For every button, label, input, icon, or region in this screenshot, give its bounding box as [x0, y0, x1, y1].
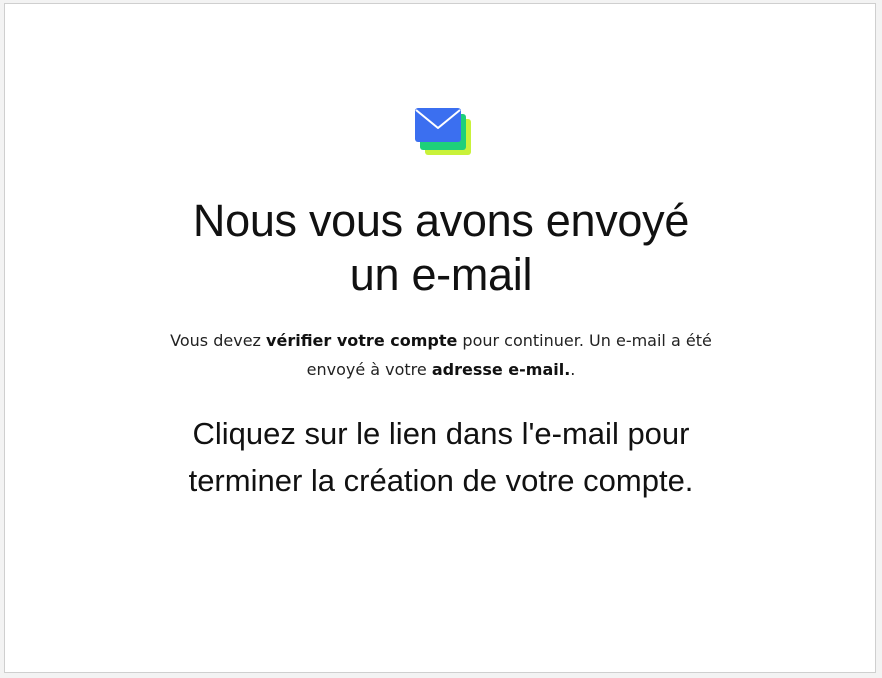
- message-text-1: Vous devez: [170, 331, 267, 350]
- verification-message: Vous devez vérifier votre compte pour co…: [165, 326, 717, 384]
- message-bold-verify-account: vérifier votre compte: [266, 331, 458, 350]
- email-stack-icon: [415, 108, 471, 155]
- blue-envelope-shape: [415, 108, 461, 142]
- verification-card: Nous vous avons envoyé un e-mail Vous de…: [4, 3, 876, 673]
- message-bold-email-address: adresse e-mail.: [431, 360, 571, 379]
- instruction-text: Cliquez sur le lien dans l'e-mail pour t…: [125, 410, 757, 504]
- message-text-3: .: [570, 360, 576, 379]
- instruction-line-2: terminer la création de votre compte.: [188, 463, 694, 498]
- page-title-line-1: Nous vous avons envoyé: [192, 195, 690, 246]
- instruction-line-1: Cliquez sur le lien dans l'e-mail pour: [192, 416, 690, 451]
- page-title-line-2: un e-mail: [349, 249, 533, 300]
- page-title: Nous vous avons envoyé un e-mail: [5, 194, 877, 302]
